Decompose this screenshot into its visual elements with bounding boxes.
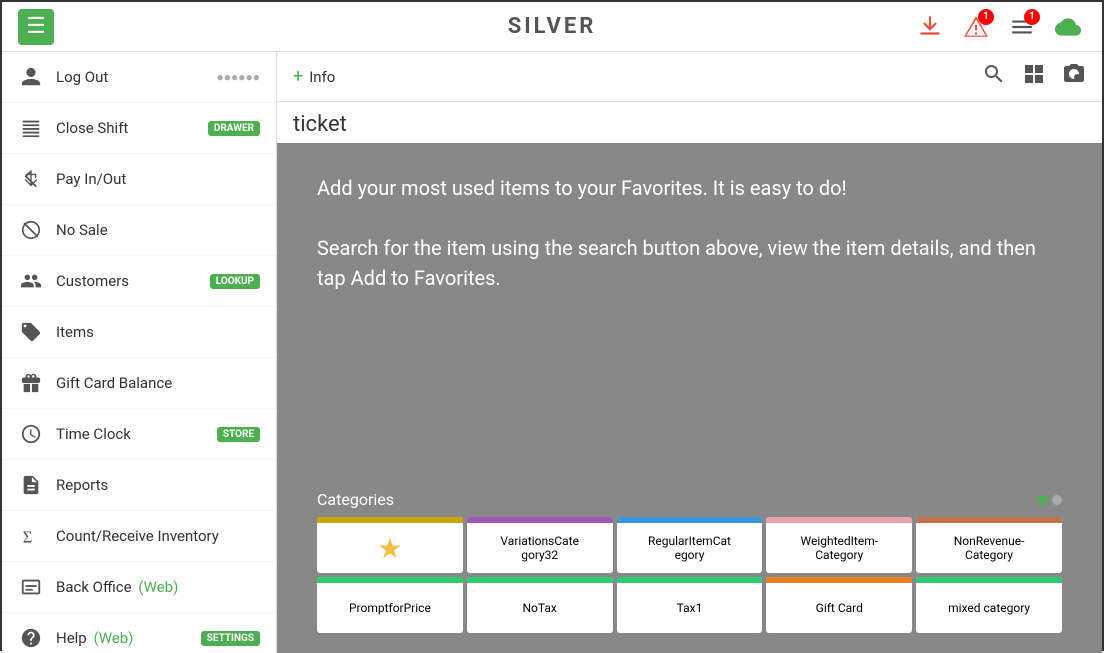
regular-content: RegularItemCategory — [644, 523, 735, 573]
category-star[interactable]: ★ — [317, 517, 463, 573]
ticket-title: ticket — [293, 112, 1086, 137]
content-area: + Info ticket Add yo — [277, 52, 1102, 653]
camera-icon[interactable] — [1062, 62, 1086, 92]
customers-label: Customers — [56, 272, 206, 290]
ticket-area: ticket — [277, 102, 1102, 143]
category-mixed[interactable]: mixed category — [916, 577, 1062, 633]
items-label: Items — [56, 323, 260, 341]
sidebar-item-back-office[interactable]: Back Office (Web) — [2, 562, 276, 613]
menu-button[interactable]: ☰ — [18, 9, 54, 45]
category-notax[interactable]: NoTax — [467, 577, 613, 633]
sidebar-item-help[interactable]: Help (Web) SETTINGS — [2, 613, 276, 653]
cloud-icon[interactable] — [1050, 9, 1086, 45]
sidebar-item-no-sale[interactable]: No Sale — [2, 205, 276, 256]
prompt-content: PromptforPrice — [345, 583, 435, 633]
weighted-content: WeightedItem-Category — [797, 523, 883, 573]
star-content: ★ — [373, 523, 406, 573]
category-bottom-row: PromptforPrice NoTax Tax1 Gift Card — [317, 577, 1062, 633]
variations-content: VariationsCategory32 — [496, 523, 583, 573]
bank-icon — [18, 115, 44, 141]
gray-content: Add your most used items to your Favorit… — [277, 143, 1102, 653]
customers-icon — [18, 268, 44, 294]
dot-active — [1038, 495, 1048, 505]
favorites-line2: Search for the item using the search but… — [317, 236, 1036, 290]
list-icon[interactable]: 1 — [1004, 9, 1040, 45]
sidebar-item-pay-in-out[interactable]: Pay In/Out — [2, 154, 276, 205]
settings-badge: SETTINGS — [201, 631, 260, 646]
dot-indicator — [1038, 495, 1062, 505]
search-icon[interactable] — [982, 62, 1006, 92]
dot-inactive — [1052, 495, 1062, 505]
info-tab[interactable]: + Info — [293, 66, 335, 87]
category-variations[interactable]: VariationsCategory32 — [467, 517, 613, 573]
gift-card-label: Gift Card Balance — [56, 374, 260, 392]
category-gift-card[interactable]: Gift Card — [766, 577, 912, 633]
sidebar: Log Out ●●●●●● Close Shift DRAWER Pay In… — [2, 52, 277, 653]
grid-icon[interactable] — [1022, 62, 1046, 92]
categories-header: Categories — [317, 490, 1062, 509]
category-prompt[interactable]: PromptforPrice — [317, 577, 463, 633]
reports-icon — [18, 472, 44, 498]
back-office-label: Back Office (Web) — [56, 578, 260, 596]
gift-icon — [18, 370, 44, 396]
log-out-user: ●●●●●● — [217, 70, 261, 84]
notax-content: NoTax — [519, 583, 561, 633]
reports-label: Reports — [56, 476, 260, 494]
sigma-icon: Σ — [18, 523, 44, 549]
sidebar-item-time-clock[interactable]: Time Clock STORE — [2, 409, 276, 460]
mixed-content: mixed category — [944, 583, 1034, 633]
drawer-badge: DRAWER — [208, 121, 260, 136]
warning-badge: 1 — [978, 9, 994, 25]
sidebar-item-items[interactable]: Items — [2, 307, 276, 358]
inventory-label: Count/Receive Inventory — [56, 527, 260, 545]
store-badge: STORE — [217, 427, 260, 442]
pay-icon — [18, 166, 44, 192]
back-office-icon — [18, 574, 44, 600]
clock-icon — [18, 421, 44, 447]
tag-icon — [18, 319, 44, 345]
help-label: Help (Web) — [56, 629, 197, 647]
main-layout: Log Out ●●●●●● Close Shift DRAWER Pay In… — [2, 52, 1102, 653]
app-title: SILVER — [508, 14, 597, 39]
tax1-content: Tax1 — [673, 583, 707, 633]
lookup-badge: LOOKUP — [210, 274, 260, 289]
info-tab-icon: + — [293, 66, 303, 87]
pay-in-out-label: Pay In/Out — [56, 170, 260, 188]
sidebar-item-log-out[interactable]: Log Out ●●●●●● — [2, 52, 276, 103]
person-icon — [18, 64, 44, 90]
category-tax1[interactable]: Tax1 — [617, 577, 763, 633]
info-tab-label: Info — [309, 68, 335, 86]
sidebar-item-gift-card[interactable]: Gift Card Balance — [2, 358, 276, 409]
top-bar: ☰ SILVER 1 1 — [2, 2, 1102, 52]
time-clock-label: Time Clock — [56, 425, 213, 443]
help-icon — [18, 625, 44, 651]
category-weighted[interactable]: WeightedItem-Category — [766, 517, 912, 573]
list-badge: 1 — [1024, 9, 1040, 25]
no-sale-label: No Sale — [56, 221, 260, 239]
categories-label: Categories — [317, 490, 394, 509]
favorites-line1: Add your most used items to your Favorit… — [317, 176, 847, 200]
sidebar-item-inventory[interactable]: Σ Count/Receive Inventory — [2, 511, 276, 562]
category-regular[interactable]: RegularItemCategory — [617, 517, 763, 573]
categories-section: Categories ★ — [317, 490, 1062, 633]
sidebar-item-close-shift[interactable]: Close Shift DRAWER — [2, 103, 276, 154]
log-out-label: Log Out — [56, 68, 211, 86]
favorites-description: Add your most used items to your Favorit… — [317, 173, 1062, 293]
close-shift-label: Close Shift — [56, 119, 204, 137]
category-non-revenue[interactable]: NonRevenue-Category — [916, 517, 1062, 573]
sidebar-item-customers[interactable]: Customers LOOKUP — [2, 256, 276, 307]
warning-icon[interactable]: 1 — [958, 9, 994, 45]
star-icon: ★ — [377, 532, 402, 565]
sidebar-item-reports[interactable]: Reports — [2, 460, 276, 511]
gift-card-content: Gift Card — [812, 583, 867, 633]
non-revenue-content: NonRevenue-Category — [950, 523, 1029, 573]
content-top-bar: + Info — [277, 52, 1102, 102]
category-top-row: ★ VariationsCategory32 RegularItemCatego… — [317, 517, 1062, 573]
download-icon[interactable] — [912, 9, 948, 45]
no-sale-icon — [18, 217, 44, 243]
svg-text:Σ: Σ — [23, 527, 33, 546]
